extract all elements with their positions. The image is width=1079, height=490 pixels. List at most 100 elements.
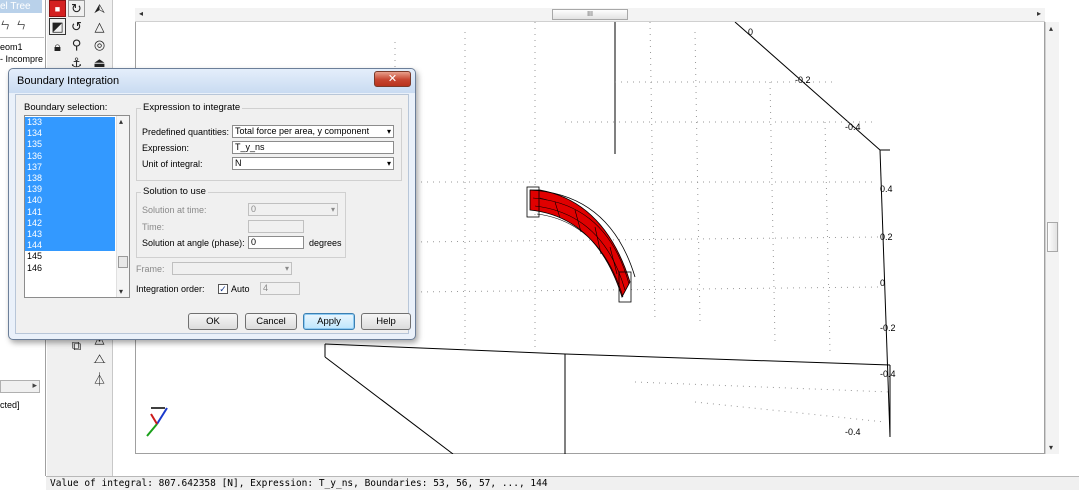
axis-triad-z [156,407,168,425]
stop-icon[interactable]: ■ [49,0,66,17]
rotate-icon[interactable]: ↻ [68,0,85,17]
help-button[interactable]: Help [361,313,411,330]
ok-button[interactable]: OK [188,313,238,330]
selected-boundaries[interactable] [529,189,631,299]
boundary-list-item[interactable]: 135 [25,139,115,151]
integration-order-input[interactable]: 4 [260,282,300,295]
graphics-vertical-scrollbar[interactable]: ▴ ▾ [1045,22,1059,454]
time-label: Time: [142,222,165,232]
boundary-list-item[interactable]: 137 [25,161,115,173]
tree-item-geom[interactable]: eom1 [0,41,45,53]
geometry-object[interactable] [526,186,636,303]
chevron-down-icon: ▾ [284,264,289,273]
box-edge [324,356,454,454]
expression-label: Expression: [142,143,190,153]
axis-triad-x [150,413,158,425]
scroll-up-icon[interactable]: ▴ [1049,24,1053,33]
axis-tick-label: 0 [880,278,885,288]
axis-triad-y [146,423,158,437]
zoom-icon[interactable]: ⚲ [68,36,85,53]
solution-at-time-label: Solution at time: [142,205,207,215]
tree-item-incompressible[interactable]: - Incompre [0,53,45,65]
dialog-title: Boundary Integration [17,75,120,87]
boundary-list-item[interactable]: 139 [25,184,115,196]
cancel-button[interactable]: Cancel [245,313,297,330]
grid-line [824,121,831,353]
lock-icon[interactable]: 🔒︎ [49,38,66,55]
boundary-list-item[interactable]: 133 [25,117,115,129]
boundary-list-item[interactable]: 143 [25,229,115,241]
grid-line [694,401,886,423]
axis-tick-label: 0.2 [880,232,893,242]
dialog-body: Boundary selection: 133 134 135 136 137 138 13… [15,94,411,334]
boundary-list-item[interactable]: 138 [25,173,115,185]
unit-of-integral-label: Unit of integral: [142,159,203,169]
expression-input[interactable]: T_y_ns [232,141,394,154]
apply-button[interactable]: Apply [303,313,355,330]
scroll-down-icon[interactable]: ▾ [119,287,123,296]
scroll-down-icon[interactable]: ▾ [1049,443,1053,452]
axis-tick-label: -0.4 [845,122,861,132]
boundary-list-item[interactable]: 140 [25,195,115,207]
integration-order-label: Integration order: [136,284,205,294]
check-icon: ✓ [219,284,227,294]
grid-line [414,236,881,243]
spiral-icon[interactable]: ◎ [91,36,108,53]
tree-status-text: cted] [0,400,20,410]
graphics-horizontal-scrollbar[interactable]: ◂ III ▸ [135,8,1045,22]
list-scrollbar[interactable]: ▴ ▾ [116,116,129,297]
triangle-edit-icon[interactable]: ⧍ [91,350,108,367]
unit-of-integral-select[interactable]: N ▾ [232,157,394,170]
scroll-thumb[interactable]: III [552,9,628,20]
model-tree-toolbar[interactable]: ㄣ ㄣ [0,17,44,35]
triangle-outline-icon[interactable]: ⏃ [91,370,108,387]
chevron-down-icon: ▾ [330,205,335,214]
grid-line [769,81,776,343]
solution-at-angle-input[interactable]: 0 [248,236,304,249]
close-icon: ✕ [387,73,398,85]
boundary-list-item[interactable]: 136 [25,150,115,162]
predefined-quantities-label: Predefined quantities: [142,127,230,137]
solution-at-time-select[interactable]: 0 ▾ [248,203,338,216]
grid-line [634,381,891,393]
grid-line [414,286,881,293]
scroll-up-icon[interactable]: ▴ [119,117,123,126]
frame-label: Frame: [136,264,165,274]
dialog-titlebar[interactable]: Boundary Integration ✕ [9,69,415,93]
boundary-list-item[interactable]: 141 [25,206,115,218]
pointer-icon[interactable]: ⮙ [91,0,108,17]
chevron-down-icon: ▾ [386,127,391,136]
rotate-view-icon[interactable]: ↺ [68,18,85,35]
grid-line [694,31,701,323]
scroll-thumb-vertical[interactable] [1047,222,1058,252]
box-edge [324,343,566,355]
time-input[interactable] [248,220,304,233]
triangle-icon[interactable]: △ [91,18,108,35]
box-edge [564,353,891,366]
scroll-right-icon[interactable]: ▸ [32,380,37,391]
solution-at-angle-label: Solution at angle (phase): [142,238,245,248]
select-mode-icon[interactable]: ◩ [49,18,66,35]
boundary-list-item[interactable]: 146 [25,263,115,274]
axis-tick-label: 0.4 [880,184,893,194]
axis-triad-icon [146,407,168,437]
boundary-list-item[interactable]: 134 [25,128,115,140]
axis-tick-label: -0.2 [880,323,896,333]
frame-select[interactable]: ▾ [172,262,292,275]
scroll-right-icon[interactable]: ▸ [1037,9,1041,18]
auto-checkbox[interactable]: ✓ [218,284,228,294]
scroll-left-icon[interactable]: ◂ [139,9,143,18]
boundary-selection-label: Boundary selection: [24,102,108,113]
model-tree-tab[interactable]: el Tree [0,0,42,13]
predefined-quantities-select[interactable]: Total force per area, y component ▾ [232,125,394,138]
tree-horizontal-scrollbar[interactable]: ▸ [0,380,40,393]
boundary-integration-dialog: Boundary Integration ✕ Boundary selectio… [8,68,416,340]
divider [0,37,44,38]
axis-tick-label: -0.4 [880,369,896,379]
scroll-thumb[interactable] [118,256,128,268]
boundary-selection-list[interactable]: 133 134 135 136 137 138 139 140 141 142 143 144 145 1… [24,115,130,298]
boundary-list-item[interactable]: 142 [25,217,115,229]
close-button[interactable]: ✕ [374,71,411,87]
boundary-list-item[interactable]: 145 [25,251,115,262]
boundary-list-item[interactable]: 144 [25,240,115,252]
